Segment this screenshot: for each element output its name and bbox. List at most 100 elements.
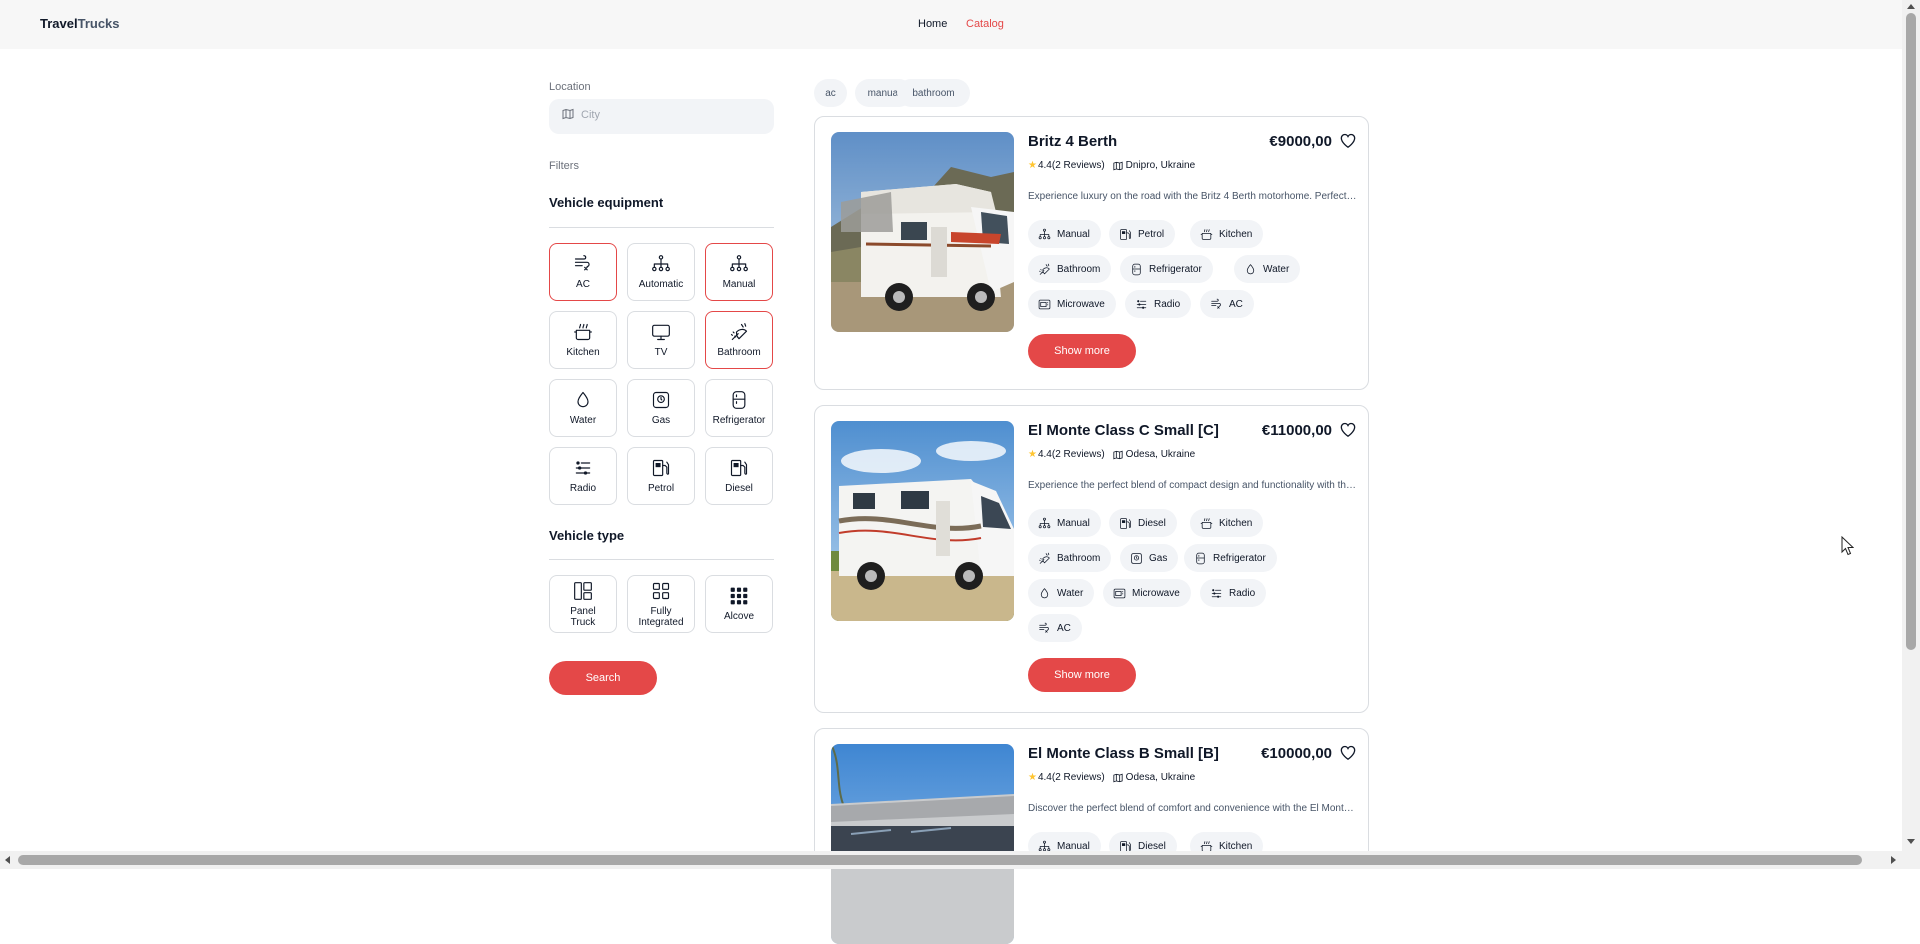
camper-rating[interactable]: 4.4(2 Reviews) [1038,449,1105,460]
scroll-left-arrow-icon[interactable] [5,856,10,864]
feature-tag-label: Microwave [1132,587,1180,599]
equipment-filter-label: TV [654,347,668,358]
feature-tag-label: Bathroom [1057,263,1101,275]
feature-tag-label: Radio [1229,587,1256,599]
equipment-filter-radio[interactable]: Radio [549,447,617,505]
feature-tag-label: Diesel [1138,517,1166,529]
equipment-filter-automatic[interactable]: Automatic [627,243,695,301]
heart-icon[interactable] [1340,422,1356,437]
horizontal-scroll-thumb[interactable] [18,855,1862,865]
vehicle-type-panel-truck[interactable]: Panel Truck [549,575,617,633]
heart-icon[interactable] [1340,133,1356,148]
water-drop-icon [1038,587,1057,600]
camper-price: €9000,00 [1269,133,1332,150]
equipment-filter-manual[interactable]: Manual [705,243,773,301]
scroll-up-arrow-icon[interactable] [1907,4,1915,9]
equipment-filter-refrigerator[interactable]: Refrigerator [705,379,773,437]
vehicle-type-label: Panel Truck [570,605,596,628]
alcove-icon [729,586,749,606]
fuel-pump-icon [1119,517,1138,530]
camper-photo[interactable] [831,132,1014,332]
show-more-button[interactable]: Show more [1028,658,1136,692]
radio-icon [1210,587,1229,600]
feature-tag-water: Water [1234,255,1301,283]
location-label: Location [549,81,591,93]
equipment-filter-label: Gas [651,415,671,426]
vehicle-type-alcove[interactable]: Alcove [705,575,773,633]
equipment-filter-petrol[interactable]: Petrol [627,447,695,505]
logo[interactable]: TravelTrucks [40,16,120,31]
feature-tag-diesel: Diesel [1109,509,1177,537]
equipment-filter-ac[interactable]: AC [549,243,617,301]
show-more-button[interactable]: Show more [1028,334,1136,368]
horizontal-scrollbar[interactable] [0,851,1920,869]
equipment-filter-bathroom[interactable]: Bathroom [705,311,773,369]
camper-name: El Monte Class C Small [C] [1028,422,1219,439]
equipment-filter-tv[interactable]: TV [627,311,695,369]
star-icon: ★ [1028,449,1037,460]
active-filter-chip-bathroom[interactable]: bathroom [897,79,970,107]
top-header: TravelTrucks Home Catalog [0,0,1902,49]
transmission-icon [1038,228,1057,241]
tv-icon [651,322,671,342]
feature-tag-kitchen: Kitchen [1190,220,1264,248]
vehicle-type-fully-integrated[interactable]: Fully Integrated [627,575,695,633]
map-icon [1113,450,1126,460]
transmission-icon [651,254,671,274]
kitchen-icon [1200,228,1219,241]
gas-icon [1130,552,1149,565]
map-icon [1113,161,1126,171]
transmission-icon [1038,517,1057,530]
equipment-filter-label: Automatic [638,279,684,290]
star-icon: ★ [1028,160,1037,171]
ac-icon [1210,298,1229,311]
panel-truck-icon [573,581,593,601]
fuel-pump-icon [729,458,749,478]
feature-tag-label: Kitchen [1219,840,1253,852]
microwave-icon [1038,298,1057,311]
kitchen-icon [1200,517,1219,530]
equipment-filter-gas[interactable]: Gas [627,379,695,437]
feature-tag-label: Refrigerator [1149,263,1202,275]
equipment-filter-kitchen[interactable]: Kitchen [549,311,617,369]
shower-icon [1038,552,1057,565]
map-icon [1113,773,1126,783]
equipment-filter-water[interactable]: Water [549,379,617,437]
feature-tag-bathroom: Bathroom [1028,544,1112,572]
scroll-right-arrow-icon[interactable] [1891,856,1896,864]
equipment-filter-diesel[interactable]: Diesel [705,447,773,505]
nav-catalog-link[interactable]: Catalog [966,18,1004,30]
equipment-filter-label: Radio [569,483,597,494]
location-field[interactable] [549,99,774,134]
search-button[interactable]: Search [549,661,657,695]
location-input[interactable] [579,108,763,122]
feature-tag-label: Bathroom [1057,552,1101,564]
vertical-scroll-thumb[interactable] [1906,13,1916,650]
ac-icon [573,254,593,274]
equipment-filter-label: Petrol [647,483,675,494]
camper-rating[interactable]: 4.4(2 Reviews) [1038,772,1105,783]
feature-tag-label: Manual [1057,228,1090,240]
camper-description: Experience the perfect blend of compact … [1028,480,1358,491]
feature-tag-radio: Radio [1125,290,1192,318]
gas-icon [651,390,671,410]
camper-photo[interactable] [831,421,1014,621]
feature-tag-bathroom: Bathroom [1028,255,1112,283]
camper-rating[interactable]: 4.4(2 Reviews) [1038,160,1105,171]
active-filter-chip-ac[interactable]: ac [814,79,847,107]
shower-icon [1038,263,1057,276]
scroll-down-arrow-icon[interactable] [1907,839,1915,844]
feature-tag-ac: AC [1028,614,1082,642]
feature-tag-petrol: Petrol [1109,220,1176,248]
vertical-scrollbar[interactable] [1902,0,1920,851]
feature-tag-label: AC [1229,298,1243,310]
heart-icon[interactable] [1340,745,1356,760]
camper-location: Dnipro, Ukraine [1113,160,1195,171]
feature-tag-label: Water [1057,587,1084,599]
feature-tag-microwave: Microwave [1028,290,1116,318]
camper-photo[interactable] [831,744,1014,944]
camper-location-text: Odesa, Ukraine [1125,772,1196,783]
equipment-filter-label: Manual [722,279,756,290]
feature-tag-refrigerator: Refrigerator [1120,255,1213,283]
nav-home-link[interactable]: Home [918,18,947,30]
